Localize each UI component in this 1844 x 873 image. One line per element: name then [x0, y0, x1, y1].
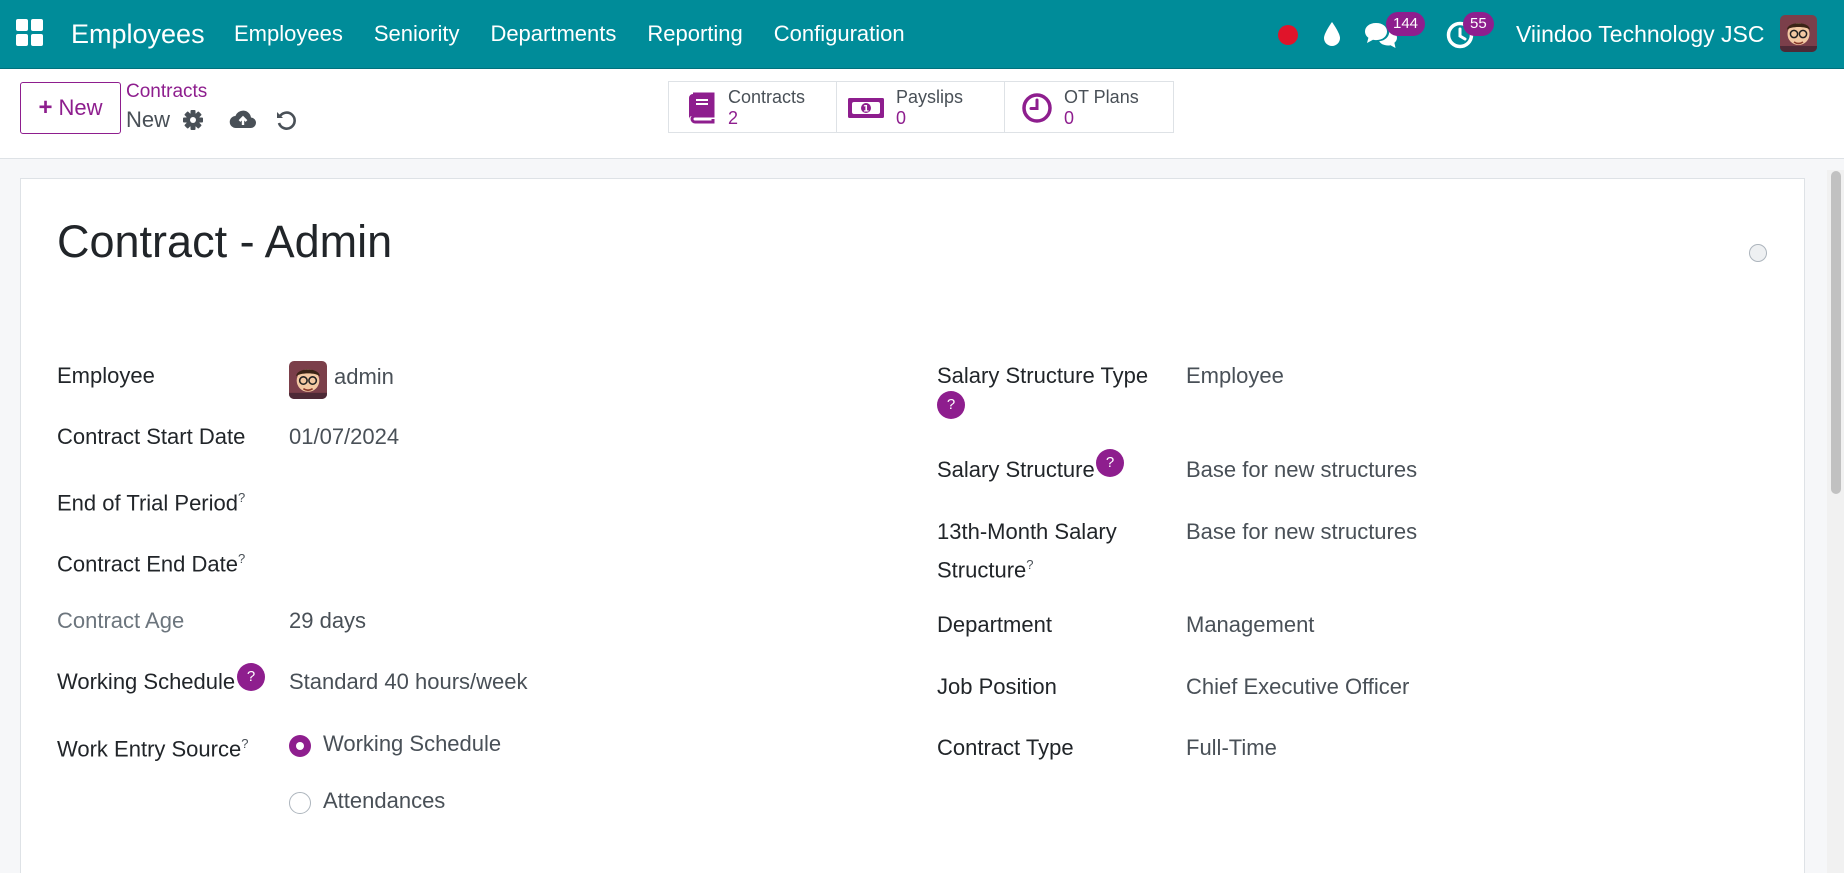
contracts-smart-button[interactable]: Contracts 2 [669, 82, 837, 132]
employee-label: Employee [57, 363, 155, 388]
tooltip-mark[interactable]: ? [238, 490, 245, 505]
apps-grid-icon[interactable] [16, 19, 46, 49]
salary-structure-field[interactable]: Base for new structures [1186, 456, 1417, 484]
salary-structure-type-label: Salary Structure Type [937, 363, 1149, 388]
breadcrumb-contracts[interactable]: Contracts [126, 81, 207, 103]
breadcrumb-current: New [126, 107, 171, 132]
new-button[interactable]: + New [20, 82, 121, 134]
working-schedule-label: Working Schedule [57, 669, 236, 694]
control-panel: + New Contracts New Contracts 2 1 Paysli… [0, 69, 1844, 159]
contracts-smart-count: 2 [728, 108, 739, 128]
main-menu: Employees Seniority Departments Reportin… [234, 0, 936, 68]
radio-attendances-label[interactable]: Attendances [323, 787, 445, 815]
top-navbar: Employees Employees Seniority Department… [0, 0, 1844, 69]
department-field[interactable]: Management [1186, 611, 1314, 639]
salary-structure-label: Salary Structure [937, 457, 1095, 482]
status-indicator[interactable] [1749, 244, 1767, 262]
record-dot-icon[interactable] [1277, 24, 1299, 51]
end-of-trial-period-label: End of Trial Period? [57, 490, 246, 516]
radio-working-schedule[interactable] [289, 735, 311, 757]
svg-text:1: 1 [863, 105, 869, 115]
work-entry-source-label: Work Entry Source? [57, 736, 249, 762]
end-of-trial-period-field[interactable] [289, 484, 889, 512]
payslips-smart-button[interactable]: 1 Payslips 0 [837, 82, 1005, 132]
contracts-smart-label: Contracts [728, 87, 806, 107]
money-bill-icon: 1 [847, 92, 885, 124]
job-position-field[interactable]: Chief Executive Officer [1186, 673, 1409, 701]
salary-structure-type-field[interactable]: Employee [1186, 362, 1284, 390]
menu-employees[interactable]: Employees [234, 21, 343, 47]
contract-type-field[interactable]: Full-Time [1186, 734, 1277, 762]
13th-month-salary-structure-label-line1: 13th-Month Salary [937, 519, 1117, 544]
cloud-upload-icon[interactable] [229, 108, 257, 135]
clock-icon [1021, 92, 1053, 124]
app-name[interactable]: Employees [71, 17, 205, 51]
messages-count-badge: 144 [1386, 12, 1426, 36]
contract-start-date-field[interactable]: 01/07/2024 [289, 423, 399, 451]
working-schedule-help-icon[interactable]: ? [237, 663, 265, 691]
ot-plans-smart-count: 0 [1064, 108, 1075, 128]
ot-plans-smart-label: OT Plans [1064, 87, 1139, 107]
payslips-smart-count: 0 [896, 108, 907, 128]
menu-seniority[interactable]: Seniority [374, 21, 460, 47]
radio-attendances[interactable] [289, 792, 311, 814]
salary-structure-type-help-icon[interactable]: ? [937, 391, 965, 419]
tooltip-mark[interactable]: ? [241, 736, 248, 751]
water-drop-icon[interactable] [1321, 20, 1343, 53]
job-position-label: Job Position [937, 674, 1057, 699]
menu-configuration[interactable]: Configuration [774, 21, 905, 47]
gear-icon[interactable] [182, 109, 204, 136]
discard-changes-icon[interactable] [275, 109, 297, 136]
contract-title[interactable]: Contract - Admin [57, 216, 392, 268]
working-schedule-field[interactable]: Standard 40 hours/week [289, 668, 528, 696]
book-icon [685, 92, 717, 124]
company-switcher[interactable]: Viindoo Technology JSC [1516, 21, 1765, 48]
radio-working-schedule-label[interactable]: Working Schedule [323, 730, 501, 758]
tooltip-mark[interactable]: ? [1026, 557, 1033, 572]
contract-type-label: Contract Type [937, 735, 1074, 760]
activities-count-badge: 55 [1463, 12, 1494, 36]
contract-age-value: 29 days [289, 608, 367, 633]
contract-end-date-field[interactable] [289, 545, 889, 573]
contract-age-label: Contract Age [57, 608, 185, 633]
smart-buttons: Contracts 2 1 Payslips 0 OT Plans 0 [668, 81, 1174, 133]
contract-start-date-label: Contract Start Date [57, 424, 246, 449]
13th-month-salary-structure-label-line2: Structure? [937, 557, 1034, 583]
payslips-smart-label: Payslips [896, 87, 964, 107]
scrollbar-thumb[interactable] [1831, 171, 1841, 494]
salary-structure-help-icon[interactable]: ? [1096, 449, 1124, 477]
employee-field[interactable]: admin [334, 363, 394, 391]
new-button-label: New [58, 95, 103, 120]
13th-month-salary-structure-field[interactable]: Base for new structures [1186, 518, 1417, 546]
department-label: Department [937, 612, 1052, 637]
user-avatar[interactable] [1780, 15, 1817, 52]
ot-plans-smart-button[interactable]: OT Plans 0 [1005, 82, 1173, 132]
employee-avatar [289, 361, 327, 399]
menu-reporting[interactable]: Reporting [647, 21, 742, 47]
plus-icon: + [38, 94, 53, 121]
menu-departments[interactable]: Departments [490, 21, 616, 47]
tooltip-mark[interactable]: ? [238, 551, 245, 566]
form-sheet: Contract - Admin Employee admin Contract… [20, 178, 1805, 873]
contract-end-date-label: Contract End Date? [57, 551, 246, 577]
